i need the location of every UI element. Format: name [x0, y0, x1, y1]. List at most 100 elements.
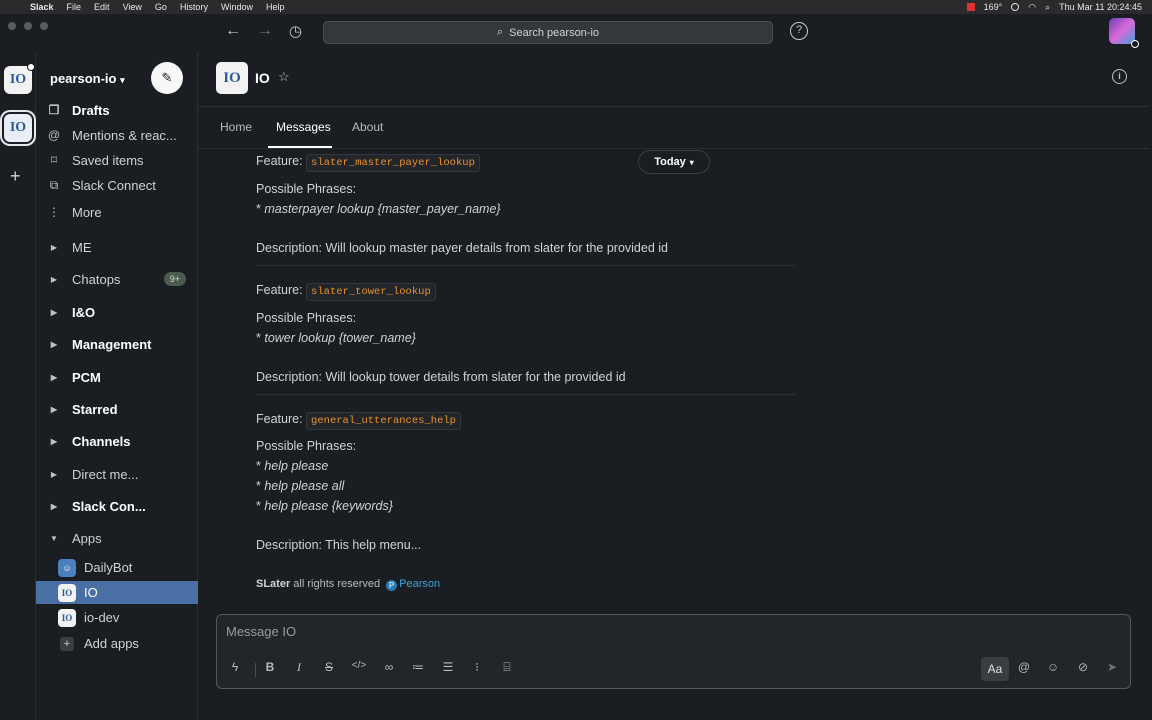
clock-datetime[interactable]: Thu Mar 11 20:24:45: [1059, 2, 1142, 12]
link-icon[interactable]: ∞: [378, 660, 400, 674]
bulleted-list-icon[interactable]: ☰: [437, 660, 459, 674]
wifi-icon[interactable]: ◠: [1028, 2, 1036, 13]
feature-line: Feature: slater_master_payer_lookup: [256, 154, 480, 172]
sidebar-app-io-dev[interactable]: IO io-dev: [36, 606, 198, 629]
tab-home[interactable]: Home: [220, 120, 252, 134]
sidebar-add-apps[interactable]: + Add apps: [36, 632, 198, 655]
sidebar-section-label: Slack Con...: [72, 498, 146, 514]
strikethrough-icon[interactable]: S: [318, 660, 340, 674]
description-line: Description: Will lookup tower details f…: [256, 370, 626, 384]
ordered-list-icon[interactable]: ≔: [407, 660, 429, 674]
zoom-window-button[interactable]: [40, 22, 48, 30]
menu-app-name[interactable]: Slack: [30, 2, 54, 12]
channel-name[interactable]: IO: [255, 70, 270, 86]
sidebar-item-label: IO: [84, 585, 98, 600]
bookmark-icon: ⌑: [50, 153, 58, 167]
sidebar-section-pcm[interactable]: ▶ PCM: [36, 366, 198, 388]
sidebar-app-io[interactable]: IO IO: [36, 581, 198, 604]
sidebar-section-me[interactable]: ▶ ME: [36, 236, 198, 258]
sidebar-item-label: Saved items: [72, 152, 144, 168]
search-bar[interactable]: ⌕ Search pearson-io: [323, 21, 773, 44]
menu-edit[interactable]: Edit: [94, 2, 110, 12]
message-composer[interactable]: Message IO ϟ B I S </> ∞ ≔ ☰ ⁝ ⌸ Aa @ ☺ …: [216, 614, 1131, 689]
caret-right-icon: ▶: [50, 339, 58, 349]
sidebar-section-management[interactable]: ▶ Management: [36, 333, 198, 355]
menu-view[interactable]: View: [123, 2, 142, 12]
sidebar-section-apps[interactable]: ▼ Apps: [36, 527, 198, 549]
add-workspace-icon[interactable]: +: [10, 166, 21, 187]
sidebar-section-starred[interactable]: ▶ Starred: [36, 398, 198, 420]
caret-right-icon: ▶: [50, 404, 58, 414]
menu-help[interactable]: Help: [266, 2, 285, 12]
record-icon[interactable]: [966, 3, 975, 11]
sidebar-item-label: DailyBot: [84, 560, 133, 575]
search-menu-icon[interactable]: ⌕: [1045, 2, 1050, 13]
code-block-icon[interactable]: ⌸: [496, 660, 518, 675]
back-arrow-icon[interactable]: ←: [225, 22, 241, 40]
caret-right-icon: ▶: [50, 307, 58, 317]
blockquote-icon[interactable]: ⁝: [466, 660, 488, 674]
workspace-name-menu[interactable]: pearson-io ▾: [50, 71, 125, 86]
phrase-text: help please all: [264, 479, 345, 493]
formatting-toggle-button[interactable]: Aa: [981, 657, 1009, 681]
bold-icon[interactable]: B: [259, 660, 281, 674]
menu-go[interactable]: Go: [155, 2, 167, 12]
attachment-icon[interactable]: ⊘: [1072, 660, 1094, 674]
user-avatar[interactable]: [1109, 18, 1139, 48]
history-icon[interactable]: ◷: [289, 22, 302, 40]
channel-avatar[interactable]: IO: [216, 62, 248, 94]
sidebar-section-label: Direct me...: [72, 466, 139, 482]
sidebar-app-dailybot[interactable]: ☺ DailyBot: [36, 556, 198, 579]
chevron-down-icon: ▾: [689, 157, 694, 167]
feature-code: slater_master_payer_lookup: [306, 154, 480, 172]
star-icon[interactable]: ☆: [278, 69, 290, 85]
mention-at-icon[interactable]: @: [1013, 660, 1035, 674]
help-icon[interactable]: ?: [790, 22, 808, 40]
menu-history[interactable]: History: [180, 2, 208, 12]
active-tab-indicator: [268, 146, 332, 148]
emoji-icon[interactable]: ☺: [1042, 660, 1064, 674]
dailybot-icon: ☺: [58, 558, 76, 577]
sidebar-section-direct-messages[interactable]: ▶ Direct me...: [36, 463, 198, 485]
sidebar-section-label: PCM: [72, 369, 101, 385]
info-icon[interactable]: i: [1112, 69, 1127, 84]
footer-text: all rights reserved: [290, 578, 384, 590]
status-icon[interactable]: [1011, 3, 1020, 11]
code-icon[interactable]: </>: [348, 660, 370, 671]
pearson-link[interactable]: Pearson: [399, 578, 440, 590]
send-icon[interactable]: ➤: [1101, 660, 1123, 674]
sidebar-section-slack-connect[interactable]: ▶ Slack Con...: [36, 495, 198, 517]
sidebar-item-drafts[interactable]: ❐ Drafts: [36, 99, 198, 121]
channel-header: IO IO ☆ i: [198, 52, 1149, 107]
message-list: Feature: slater_master_payer_lookup Poss…: [198, 149, 1149, 601]
workspace-switcher-pearson-io[interactable]: IO: [4, 63, 35, 94]
toolbar-divider: [255, 663, 256, 677]
message-input[interactable]: Message IO: [226, 624, 296, 639]
notification-dot-icon: [27, 63, 35, 71]
workspace-rail: IO IO +: [0, 52, 36, 720]
sidebar-section-chatops[interactable]: ▶ Chatops 9+: [36, 268, 198, 290]
menu-window[interactable]: Window: [221, 2, 253, 12]
sidebar-item-mentions[interactable]: @ Mentions & reac...: [36, 124, 198, 146]
drafts-icon: ❐: [48, 103, 60, 117]
sidebar-item-slack-connect[interactable]: ⧉ Slack Connect: [36, 174, 198, 196]
message-divider: [256, 265, 796, 266]
temperature-readout[interactable]: 169°: [984, 2, 1003, 12]
caret-right-icon: ▶: [50, 274, 58, 284]
menu-file[interactable]: File: [67, 2, 82, 12]
caret-right-icon: ▶: [50, 501, 58, 511]
sidebar-section-channels[interactable]: ▶ Channels: [36, 430, 198, 452]
date-divider-button[interactable]: Today ▾: [638, 150, 710, 174]
minimize-window-button[interactable]: [24, 22, 32, 30]
close-window-button[interactable]: [8, 22, 16, 30]
shortcuts-lightning-icon[interactable]: ϟ: [224, 660, 246, 674]
workspace-switcher-active[interactable]: IO: [4, 114, 32, 142]
sidebar-section-io[interactable]: ▶ I&O: [36, 301, 198, 323]
italic-icon[interactable]: I: [288, 660, 310, 675]
compose-button[interactable]: ✎: [151, 62, 183, 94]
sidebar-item-more[interactable]: ⋮ More: [36, 201, 198, 223]
tab-messages[interactable]: Messages: [276, 120, 331, 134]
sidebar-item-saved[interactable]: ⌑ Saved items: [36, 149, 198, 171]
forward-arrow-icon[interactable]: →: [257, 22, 273, 40]
tab-about[interactable]: About: [352, 120, 383, 134]
